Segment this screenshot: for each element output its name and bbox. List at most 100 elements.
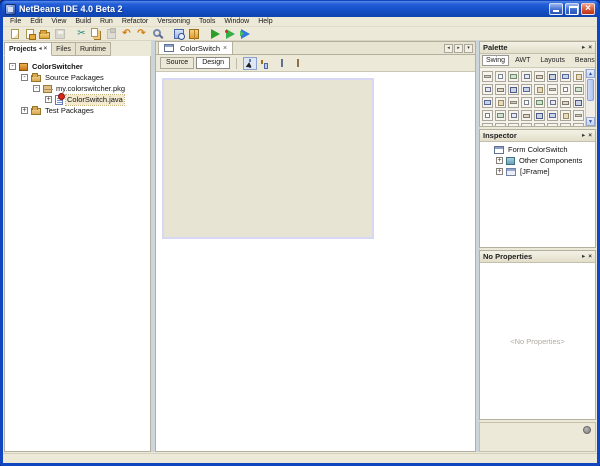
palette-component-icon[interactable] (495, 71, 506, 82)
source-view-button[interactable]: Source (160, 57, 194, 69)
palette-component-icon[interactable] (547, 71, 558, 82)
palette-scrollbar[interactable]: ▲ ▼ (585, 69, 595, 126)
run-file-button[interactable] (223, 27, 238, 40)
javadoc-button[interactable] (186, 27, 201, 40)
palette-component-icon[interactable] (521, 84, 532, 95)
expand-toggle-icon[interactable]: + (496, 168, 503, 175)
editor-tab-close-icon[interactable]: × (223, 45, 227, 52)
palette-component-icon[interactable] (547, 84, 558, 95)
palette-component-icon[interactable] (508, 71, 519, 82)
palette-component-icon[interactable] (495, 84, 506, 95)
collapse-toggle-icon[interactable]: - (21, 74, 28, 81)
palette-component-icon[interactable] (495, 110, 506, 121)
titlebar[interactable]: NetBeans IDE 4.0 Beta 2 (2, 1, 598, 17)
tab-close-icon[interactable]: × (44, 46, 48, 52)
palette-title-bar[interactable]: Palette ▸ × (480, 42, 595, 54)
palette-tab-beans[interactable]: Beans (571, 55, 597, 66)
palette-tab-swing[interactable]: Swing (482, 55, 509, 66)
inspector-node-form-colorswitch[interactable]: Form ColorSwitch (480, 144, 595, 155)
menu-item-tools[interactable]: Tools (195, 17, 219, 27)
close-button[interactable] (581, 3, 595, 15)
palette-component-icon[interactable] (482, 84, 493, 95)
tab-scroll-right-icon[interactable]: ▸ (454, 44, 463, 53)
palette-component-icon[interactable] (560, 97, 571, 108)
palette-slide-icon[interactable]: ▸ (582, 44, 585, 52)
new-project-button[interactable] (22, 27, 37, 40)
palette-component-icon[interactable] (508, 123, 519, 126)
projects-node-source-packages[interactable]: -Source Packages (5, 72, 150, 83)
tab-list-dropdown-icon[interactable]: ▾ (464, 44, 473, 53)
test-form-button[interactable] (291, 57, 305, 70)
save-all-button[interactable] (52, 27, 67, 40)
design-view-button[interactable]: Design (196, 57, 230, 69)
collapse-toggle-icon[interactable]: - (33, 85, 40, 92)
inspector-close-icon[interactable]: × (588, 132, 592, 140)
explorer-tab-files[interactable]: Files (52, 42, 76, 56)
menu-item-build[interactable]: Build (71, 17, 95, 27)
menu-item-edit[interactable]: Edit (26, 17, 46, 27)
explorer-tab-runtime[interactable]: Runtime (76, 42, 111, 56)
palette-component-icon[interactable] (534, 97, 545, 108)
palette-component-icon[interactable] (534, 110, 545, 121)
inspector-node-jframe[interactable]: +[JFrame] (480, 166, 595, 177)
explorer-tab-projects[interactable]: Projects◂× (4, 42, 52, 56)
debug-main-project-button[interactable] (238, 27, 253, 40)
properties-slide-icon[interactable]: ▸ (582, 253, 585, 261)
palette-component-icon[interactable] (560, 84, 571, 95)
palette-component-icon[interactable] (573, 97, 584, 108)
inspector-slide-icon[interactable]: ▸ (582, 132, 585, 140)
menu-item-versioning[interactable]: Versioning (153, 17, 194, 27)
status-ball-icon[interactable] (583, 426, 591, 434)
palette-component-icon[interactable] (508, 110, 519, 121)
new-file-button[interactable] (7, 27, 22, 40)
palette-component-icon[interactable] (560, 110, 571, 121)
palette-component-icon[interactable] (560, 123, 571, 126)
menu-item-refactor[interactable]: Refactor (118, 17, 152, 27)
palette-component-icon[interactable] (534, 71, 545, 82)
palette-component-icon[interactable] (560, 71, 571, 82)
palette-component-icon[interactable] (547, 123, 558, 126)
menu-item-view[interactable]: View (47, 17, 70, 27)
menu-item-file[interactable]: File (6, 17, 25, 27)
expand-toggle-icon[interactable]: + (21, 107, 28, 114)
tab-minimize-icon[interactable]: ◂ (39, 46, 42, 52)
palette-tab-layouts[interactable]: Layouts (536, 55, 569, 66)
palette-component-icon[interactable] (573, 71, 584, 82)
projects-node-my-colorswitcher-pkg[interactable]: -my.colorswitcher.pkg (5, 83, 150, 94)
projects-node-colorswitch-java[interactable]: +ColorSwitch.java (5, 94, 150, 105)
find-button[interactable] (149, 27, 164, 40)
palette-component-icon[interactable] (521, 71, 532, 82)
palette-component-icon[interactable] (508, 97, 519, 108)
menu-item-window[interactable]: Window (220, 17, 253, 27)
palette-component-icon[interactable] (482, 97, 493, 108)
palette-component-icon[interactable] (573, 84, 584, 95)
properties-close-icon[interactable]: × (588, 253, 592, 261)
collapse-toggle-icon[interactable]: - (9, 63, 16, 70)
design-canvas[interactable] (156, 72, 475, 451)
inspector-node-other-components[interactable]: +Other Components (480, 155, 595, 166)
connection-mode-button[interactable] (259, 57, 273, 70)
palette-component-icon[interactable] (573, 123, 584, 126)
build-main-project-button[interactable] (171, 27, 186, 40)
scroll-down-icon[interactable]: ▼ (586, 117, 595, 126)
cut-button[interactable]: ✂ (74, 27, 89, 40)
palette-component-icon[interactable] (573, 110, 584, 121)
palette-component-icon[interactable] (521, 97, 532, 108)
design-form-jframe[interactable] (162, 78, 374, 239)
palette-component-icon[interactable] (482, 110, 493, 121)
palette-component-icon[interactable] (495, 123, 506, 126)
copy-button[interactable] (89, 27, 104, 40)
scroll-up-icon[interactable]: ▲ (586, 69, 595, 78)
inspector-title-bar[interactable]: Inspector ▸ × (480, 130, 595, 142)
paste-button[interactable] (104, 27, 119, 40)
minimize-button[interactable] (549, 3, 563, 15)
palette-component-icon[interactable] (482, 71, 493, 82)
palette-component-icon[interactable] (547, 110, 558, 121)
palette-component-icon[interactable] (547, 97, 558, 108)
palette-component-icon[interactable] (534, 84, 545, 95)
expand-toggle-icon[interactable]: + (45, 96, 52, 103)
palette-component-icon[interactable] (521, 123, 532, 126)
menu-item-help[interactable]: Help (254, 17, 276, 27)
editor-tab-colorswitch[interactable]: ColorSwitch × (158, 41, 233, 54)
palette-component-icon[interactable] (534, 123, 545, 126)
